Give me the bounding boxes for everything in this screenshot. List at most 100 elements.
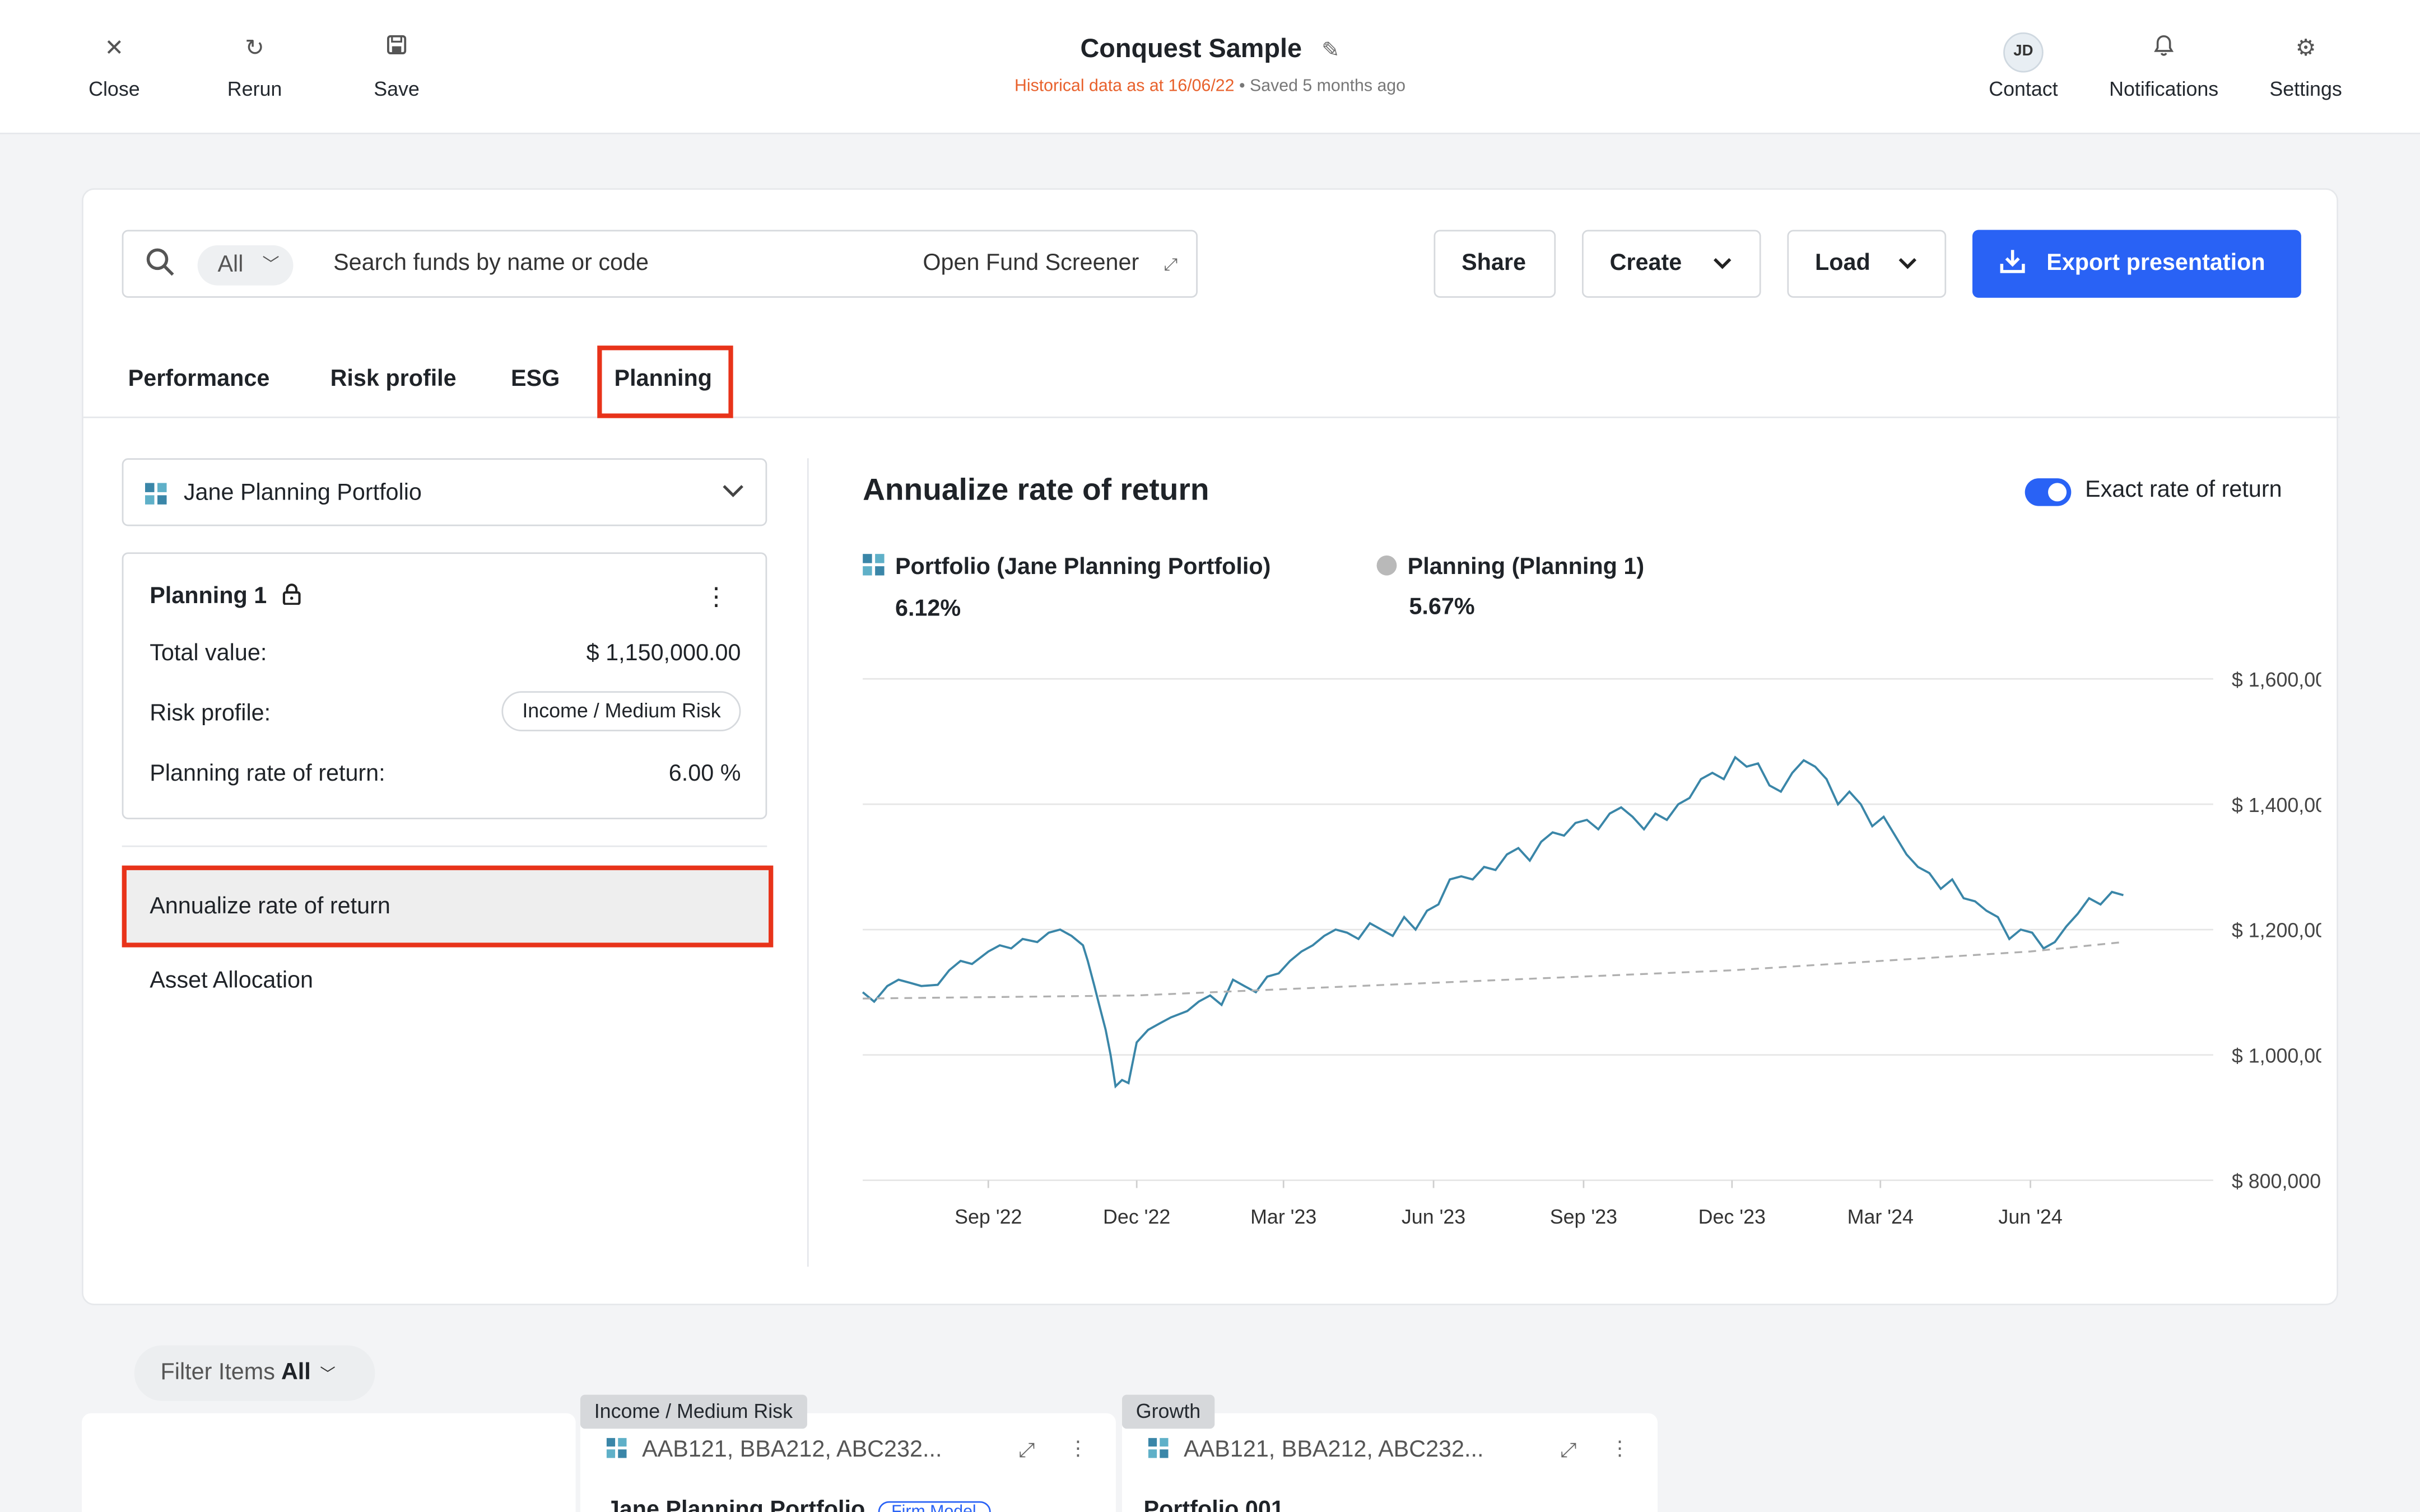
x-tick-label: Mar '24 xyxy=(1847,1206,1914,1228)
avatar-icon: JD xyxy=(1970,32,2078,73)
saved-status: Saved 5 months ago xyxy=(1250,77,1406,96)
create-button[interactable]: Create xyxy=(1581,230,1761,298)
portfolio-name-text: Jane Planning Portfolio xyxy=(606,1496,865,1512)
portfolio-select-value: Jane Planning Portfolio xyxy=(183,479,422,506)
save-button[interactable]: Save xyxy=(343,34,451,100)
x-tick-label: Dec '23 xyxy=(1698,1206,1766,1228)
tab-bar: Performance Risk profile ESG Planning xyxy=(83,347,2340,418)
page-title[interactable]: Conquest Sample ✎ xyxy=(901,34,1519,65)
rerun-button[interactable]: ↻ Rerun xyxy=(201,34,309,100)
chevron-down-icon: ﹀ xyxy=(262,256,280,275)
search-scope-value: All xyxy=(217,251,244,278)
planning-card: Planning 1 ⋮ Total value: $ 1,150,000.00… xyxy=(122,552,767,819)
more-options-icon[interactable]: ⋮ xyxy=(1068,1436,1088,1461)
close-button[interactable]: ✕ Close xyxy=(60,34,168,100)
open-fund-screener-link[interactable]: Open Fund Screener ⤢ xyxy=(923,250,1178,276)
contact-button[interactable]: JD Contact xyxy=(1970,32,2078,101)
portfolio-grid-icon xyxy=(1148,1438,1169,1464)
legend-planning: Planning (Planning 1) 5.67% xyxy=(1376,554,1645,620)
lock-icon xyxy=(282,584,301,608)
app-root: ✕ Close ↻ Rerun Save Conquest Sample ✎ H… xyxy=(0,0,2420,1512)
filter-items-dropdown[interactable]: Filter Items All ﹀ xyxy=(134,1345,375,1401)
filter-value: All xyxy=(281,1359,311,1386)
main-panel: All ﹀ Search funds by name or code Open … xyxy=(82,188,2340,1305)
download-icon xyxy=(1999,230,2027,298)
y-tick-label: $ 1,400,000.00 xyxy=(2232,794,2321,816)
planning-rate: 6.00 % xyxy=(668,760,741,787)
divider xyxy=(122,845,767,847)
export-presentation-button[interactable]: Export presentation xyxy=(1972,230,2301,298)
data-status: Historical data as at 16/06/22 • Saved 5… xyxy=(901,77,1519,96)
load-label: Load xyxy=(1814,250,1870,277)
expand-icon[interactable]: ⤢ xyxy=(1560,1438,1576,1463)
load-button[interactable]: Load xyxy=(1787,230,1947,298)
planning-dot-icon xyxy=(1376,555,1397,576)
chevron-down-icon xyxy=(1713,231,1732,296)
planning-name-text: Planning 1 xyxy=(150,583,267,610)
notifications-button[interactable]: Notifications xyxy=(2095,34,2233,100)
refresh-icon: ↻ xyxy=(245,35,264,62)
exact-rate-toggle[interactable] xyxy=(2025,478,2072,506)
planning-series-line xyxy=(863,941,2124,1000)
exact-rate-label: Exact rate of return xyxy=(2085,477,2282,503)
fund-codes: AAB121, BBA212, ABC232... xyxy=(1148,1436,1484,1464)
portfolio-name: Jane Planning Portfolio Firm Model xyxy=(607,1496,990,1512)
y-tick-label: $ 1,000,000.00 xyxy=(2232,1045,2321,1067)
legend-portfolio: Portfolio (Jane Planning Portfolio) 6.12… xyxy=(863,554,1270,622)
portfolio-name: Portfolio 001 xyxy=(1143,1496,1284,1512)
portfolio-grid-icon xyxy=(863,554,885,582)
total-value-label: Total value: xyxy=(150,640,267,667)
chart-title: Annualize rate of return xyxy=(863,473,1209,508)
fund-screener-label: Open Fund Screener xyxy=(923,250,1139,277)
save-label: Save xyxy=(374,77,420,101)
x-tick-label: Jun '24 xyxy=(1998,1206,2062,1228)
tab-performance[interactable]: Performance xyxy=(128,366,270,392)
floppy-disk-icon xyxy=(343,34,451,68)
total-value-row: Total value: $ 1,150,000.00 xyxy=(150,640,741,666)
tab-esg[interactable]: ESG xyxy=(511,366,560,392)
menu-item-annualize-rate[interactable]: Annualize rate of return xyxy=(122,865,774,948)
portfolio-grid-icon xyxy=(145,483,167,512)
page-title-text: Conquest Sample xyxy=(1080,34,1302,63)
portfolio-select[interactable]: Jane Planning Portfolio xyxy=(122,458,767,526)
total-value: $ 1,150,000.00 xyxy=(586,640,741,667)
legend-portfolio-value: 6.12% xyxy=(895,595,961,622)
legend-planning-name: Planning (Planning 1) xyxy=(1407,554,1645,580)
more-options-icon[interactable]: ⋮ xyxy=(704,582,728,613)
planning-tab-highlight xyxy=(597,346,733,418)
search-icon xyxy=(145,247,176,287)
close-icon: ✕ xyxy=(104,35,124,62)
more-options-icon[interactable]: ⋮ xyxy=(1610,1436,1630,1461)
avatar: JD xyxy=(2003,32,2044,73)
toggle-knob xyxy=(2048,483,2067,502)
pencil-icon[interactable]: ✎ xyxy=(1321,37,1339,62)
rerun-label: Rerun xyxy=(227,77,282,101)
portfolio-card-empty xyxy=(82,1413,576,1512)
menu-item-asset-allocation[interactable]: Asset Allocation xyxy=(150,967,313,993)
risk-profile-badge: Income / Medium Risk xyxy=(502,691,741,731)
chevron-down-icon xyxy=(722,478,744,503)
expand-icon[interactable]: ⤢ xyxy=(1018,1438,1035,1463)
panel-divider xyxy=(807,458,809,1267)
fund-codes: AAB121, BBA212, ABC232... xyxy=(606,1436,942,1464)
fund-codes-text: AAB121, BBA212, ABC232... xyxy=(1184,1436,1484,1463)
tab-risk-profile[interactable]: Risk profile xyxy=(331,366,457,392)
return-chart: $ 1,600,000.00 $ 1,400,000.00 $ 1,200,000.… xyxy=(862,669,2321,1228)
x-tick-label: Sep '23 xyxy=(1550,1206,1617,1228)
contact-label: Contact xyxy=(1989,77,2058,101)
portfolio-grid-icon xyxy=(606,1438,627,1464)
export-label: Export presentation xyxy=(2046,250,2265,277)
y-tick-label: $ 1,200,000.00 xyxy=(2232,920,2321,942)
search-scope-dropdown[interactable]: All ﹀ xyxy=(197,245,294,286)
x-tick-label: Mar '23 xyxy=(1250,1206,1316,1228)
legend-planning-value: 5.67% xyxy=(1409,594,1475,620)
share-button[interactable]: Share xyxy=(1434,230,1556,298)
portfolio-series-line xyxy=(862,755,2124,1089)
fund-codes-text: AAB121, BBA212, ABC232... xyxy=(642,1436,942,1463)
x-tick-label: Dec '22 xyxy=(1103,1206,1170,1228)
risk-profile-label: Risk profile: xyxy=(150,700,271,727)
search-input[interactable]: Search funds by name or code xyxy=(333,250,649,276)
chevron-down-icon xyxy=(1898,231,1917,296)
settings-button[interactable]: ⚙ Settings xyxy=(2252,34,2360,100)
bell-icon xyxy=(2095,34,2233,68)
